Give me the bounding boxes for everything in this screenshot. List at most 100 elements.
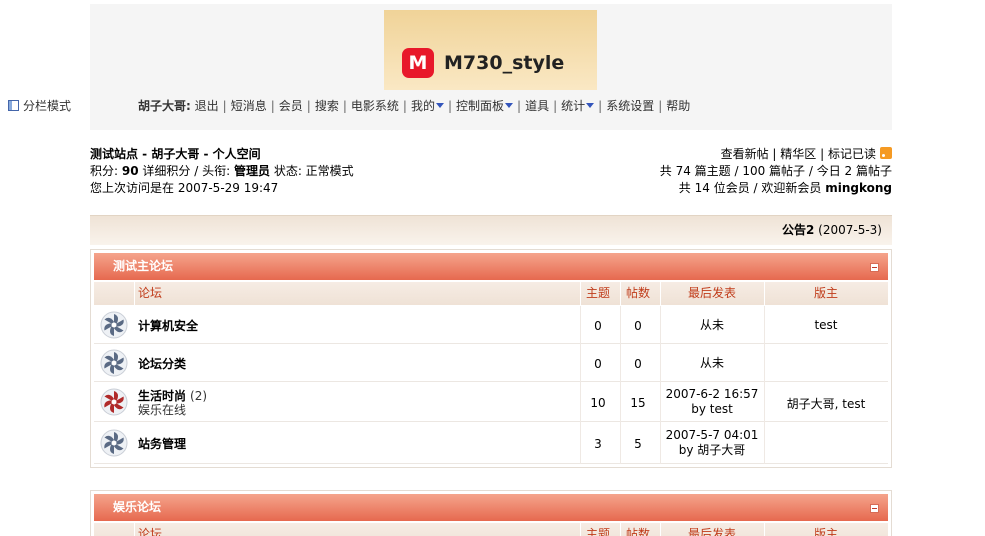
announcement-link[interactable]: 公告2 (782, 223, 814, 237)
row-divider (660, 306, 661, 344)
nav-item[interactable]: 系统设置 (606, 99, 654, 113)
forum-status-icon (100, 349, 128, 380)
last-post-author[interactable]: by test (660, 402, 764, 417)
post-count: 0 (634, 319, 642, 333)
forum-new-posts-icon (100, 388, 128, 419)
column-divider (620, 523, 621, 536)
row-divider (660, 422, 661, 464)
last-post[interactable]: 2007-5-7 04:01 by 胡子大哥 (660, 428, 764, 458)
moderator[interactable]: 胡子大哥, test (764, 395, 888, 412)
nav-separator: | (447, 99, 453, 113)
moderator[interactable]: test (764, 318, 888, 332)
col-topics: 主题 (585, 527, 610, 536)
row-divider (764, 306, 765, 344)
column-divider (764, 282, 765, 305)
topic-count: 0 (594, 357, 602, 371)
last-post[interactable]: 从未 (660, 356, 764, 371)
member-stats: 共 14 位会员 / 欢迎新会员 mingkong (678, 181, 892, 195)
col-moderator: 版主 (813, 527, 838, 536)
nav-item[interactable]: 搜索 (315, 99, 339, 113)
nav-item[interactable]: 会员 (279, 99, 303, 113)
nav-item[interactable]: 电影系统 (351, 99, 399, 113)
row-divider (620, 422, 621, 464)
topic-count: 10 (590, 396, 606, 410)
topic-count: 3 (594, 437, 602, 451)
category-title[interactable]: 测试主论坛 (113, 253, 173, 280)
user-title-value: 管理员 (233, 164, 270, 178)
column-divider (580, 523, 581, 536)
dropdown-caret-icon[interactable] (586, 103, 595, 108)
nav-separator: | (553, 99, 558, 113)
row-divider (764, 344, 765, 382)
credit-line: 积分: 90 详细积分 / 头衔: 管理员 状态: 正常模式 (90, 164, 354, 178)
quick-links: 查看新帖 | 精华区 | 标记已读 (472, 146, 892, 163)
row-divider (580, 382, 581, 422)
row-divider (764, 422, 765, 464)
column-divider (134, 282, 135, 305)
col-forum: 论坛 (138, 286, 163, 300)
row-divider (620, 344, 621, 382)
column-divider (620, 282, 621, 305)
collapse-icon[interactable] (870, 263, 879, 272)
forum-row: 计算机安全 0 0 从未 test (94, 306, 888, 344)
nav-item[interactable]: 帮助 (666, 99, 690, 113)
col-topics: 主题 (585, 286, 610, 300)
dropdown-caret-icon[interactable] (435, 103, 444, 108)
col-posts: 帖数 (625, 286, 650, 300)
topic-count: 0 (594, 319, 602, 333)
nav-item[interactable]: 退出 (195, 99, 219, 113)
nav-item[interactable]: 控制面板 (456, 99, 504, 113)
row-divider (620, 382, 621, 422)
rss-icon[interactable] (880, 147, 892, 159)
category-title[interactable]: 娱乐论坛 (113, 494, 161, 521)
last-post-author[interactable]: by 胡子大哥 (660, 443, 764, 458)
nav-separator: | (598, 99, 603, 113)
category-header: 测试主论坛 (94, 253, 888, 280)
digest-link[interactable]: 精华区 (780, 147, 816, 161)
nav-item[interactable]: 统计 (561, 99, 585, 113)
post-count: 5 (634, 437, 642, 451)
detail-credit-link[interactable]: 详细积分 (142, 164, 190, 178)
site-user-title: 测试站点 - 胡子大哥 - 个人空间 (90, 147, 261, 161)
mark-read-link[interactable]: 标记已读 (828, 147, 876, 161)
column-divider (660, 282, 661, 305)
nav-separator: | (306, 99, 311, 113)
row-divider (764, 382, 765, 422)
row-divider (660, 382, 661, 422)
site-logo[interactable]: M M730_style (384, 10, 597, 90)
last-post[interactable]: 2007-6-2 16:57 by test (660, 387, 764, 417)
column-header: 论坛 主题 帖数 最后发表 版主 (94, 282, 888, 305)
username-label[interactable]: 胡子大哥: (138, 99, 191, 113)
announcement-bar: 公告2 (2007-5-3) (90, 215, 892, 245)
forum-category-block: 娱乐论坛 论坛 主题 帖数 最后发表 版主 (90, 490, 892, 536)
announcement-date: (2007-5-3) (818, 223, 882, 237)
forum-name[interactable]: 论坛分类 (138, 355, 186, 372)
column-divider (660, 523, 661, 536)
forum-status-icon (100, 429, 128, 460)
post-count: 0 (634, 357, 642, 371)
nav-item[interactable]: 道具 (525, 99, 549, 113)
collapse-icon[interactable] (870, 504, 879, 513)
row-divider (620, 306, 621, 344)
column-divider (764, 523, 765, 536)
nav-item[interactable]: 短消息 (231, 99, 267, 113)
nav-separator: | (270, 99, 275, 113)
view-new-posts-link[interactable]: 查看新帖 (721, 147, 769, 161)
site-stats: 查看新帖 | 精华区 | 标记已读 共 74 篇主题 / 100 篇帖子 / 今… (472, 146, 892, 197)
forum-row: 生活时尚 (2) 娱乐在线 10 15 2007-6-2 16:57 by test 胡子大哥… (94, 382, 888, 422)
forum-name[interactable]: 站务管理 (138, 435, 186, 452)
nav-item[interactable]: 我的 (411, 99, 435, 113)
last-post[interactable]: 从未 (660, 318, 764, 333)
nav-separator: | (222, 99, 227, 113)
post-count: 15 (630, 396, 646, 410)
newest-member-link[interactable]: mingkong (825, 181, 892, 195)
forum-name[interactable]: 计算机安全 (138, 317, 198, 334)
today-post-count: (2) (190, 389, 208, 403)
col-last-post: 最后发表 (687, 527, 736, 536)
col-forum: 论坛 (138, 527, 163, 536)
forum-row: 站务管理 3 5 2007-5-7 04:01 by 胡子大哥 (94, 422, 888, 464)
forum-description: 娱乐在线 (138, 403, 187, 417)
credit-value: 90 (121, 164, 139, 178)
dropdown-caret-icon[interactable] (505, 103, 514, 108)
split-mode-link[interactable]: 分栏模式 (8, 97, 71, 115)
